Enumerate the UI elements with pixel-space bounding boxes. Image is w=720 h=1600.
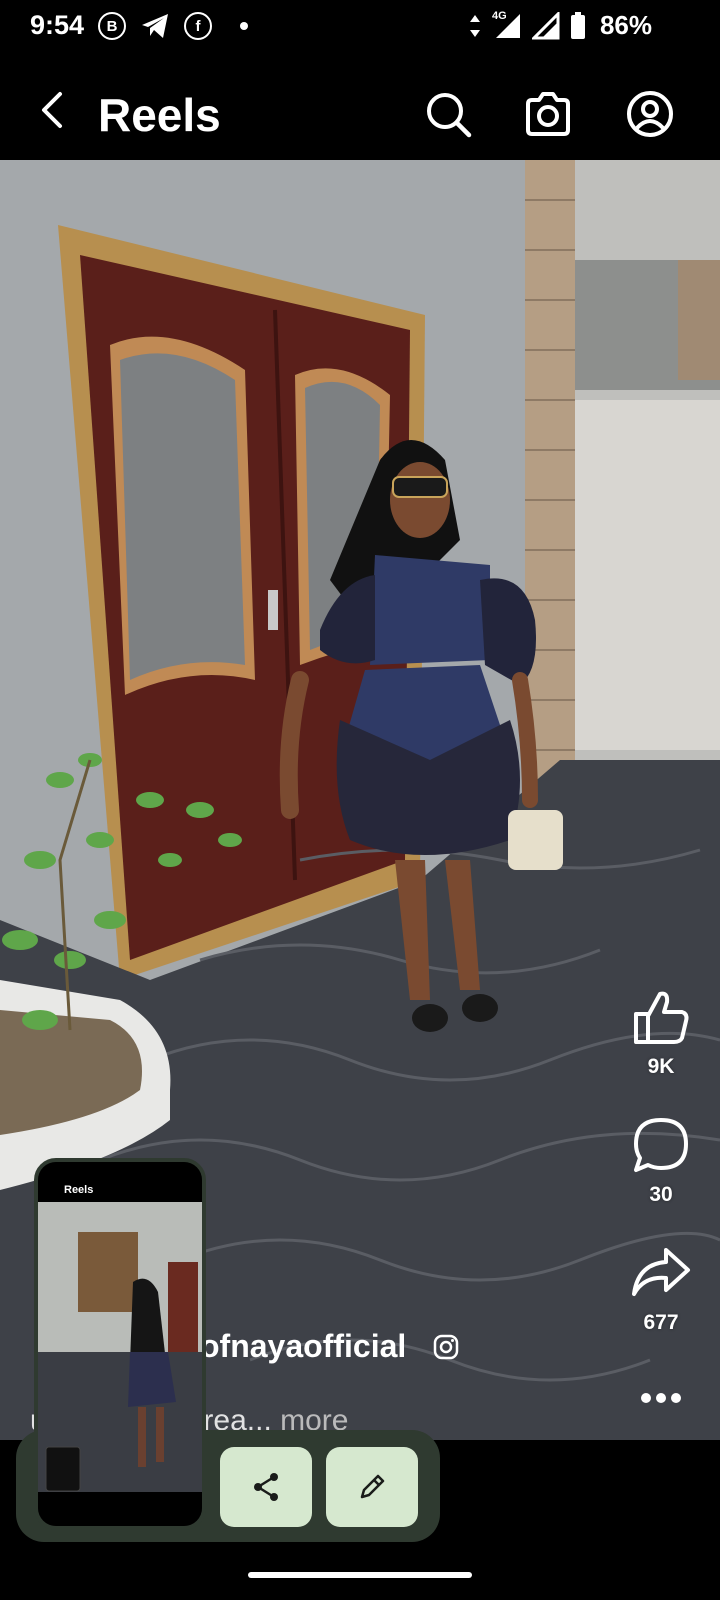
more-options-button[interactable] (626, 1390, 696, 1411)
screenshot-thumbnail[interactable]: Reels (34, 1158, 206, 1530)
share-arrow-icon (632, 1248, 690, 1296)
thumb-title: Reels (64, 1184, 94, 1196)
notification-icons: B f (98, 12, 248, 40)
telegram-icon (142, 14, 168, 38)
comment-bubble-icon (634, 1118, 688, 1172)
more-notifications-dot (240, 22, 248, 30)
username: ofnayaofficial (200, 1328, 407, 1364)
battery-percent: 86% (599, 10, 652, 40)
facebook-icon: f (184, 12, 212, 40)
edit-screenshot-button[interactable] (326, 1447, 418, 1527)
signal-icon-1: 4G (492, 10, 522, 40)
pencil-icon (360, 1474, 385, 1499)
back-arrow-icon[interactable] (34, 90, 74, 130)
camera-icon[interactable] (524, 90, 572, 138)
signal-icon-2 (532, 12, 560, 40)
gesture-nav-handle[interactable] (248, 1572, 472, 1578)
data-arrows-icon (470, 15, 480, 37)
more-dots-icon (641, 1393, 681, 1403)
search-icon[interactable] (424, 90, 472, 138)
thumbs-up-icon (634, 991, 689, 1044)
share-button[interactable]: 677 (626, 1242, 696, 1335)
comment-button[interactable]: 30 (626, 1114, 696, 1207)
thumb-image (38, 1202, 202, 1492)
page-title: Reels (98, 89, 221, 141)
like-count: 9K (647, 1055, 675, 1078)
share-count: 677 (643, 1311, 679, 1334)
profile-icon[interactable] (626, 90, 674, 138)
username-link[interactable]: ofnayaofficial (200, 1328, 459, 1365)
comment-count: 30 (649, 1183, 673, 1206)
status-time: 9:54 (30, 10, 85, 40)
battery-icon (571, 12, 585, 39)
thumb-header: Reels (38, 1162, 202, 1202)
instagram-icon (433, 1334, 459, 1360)
network-type: 4G (492, 10, 507, 22)
share-icon (254, 1473, 278, 1501)
system-icons: 4G (468, 10, 586, 40)
app-header: Reels (0, 56, 720, 160)
share-screenshot-button[interactable] (220, 1447, 312, 1527)
status-bar: 9:54 B f 4G 86% (0, 0, 720, 56)
b-app-icon: B (98, 12, 126, 40)
like-button[interactable]: 9K (626, 986, 696, 1079)
thumb-footer (38, 1492, 202, 1526)
